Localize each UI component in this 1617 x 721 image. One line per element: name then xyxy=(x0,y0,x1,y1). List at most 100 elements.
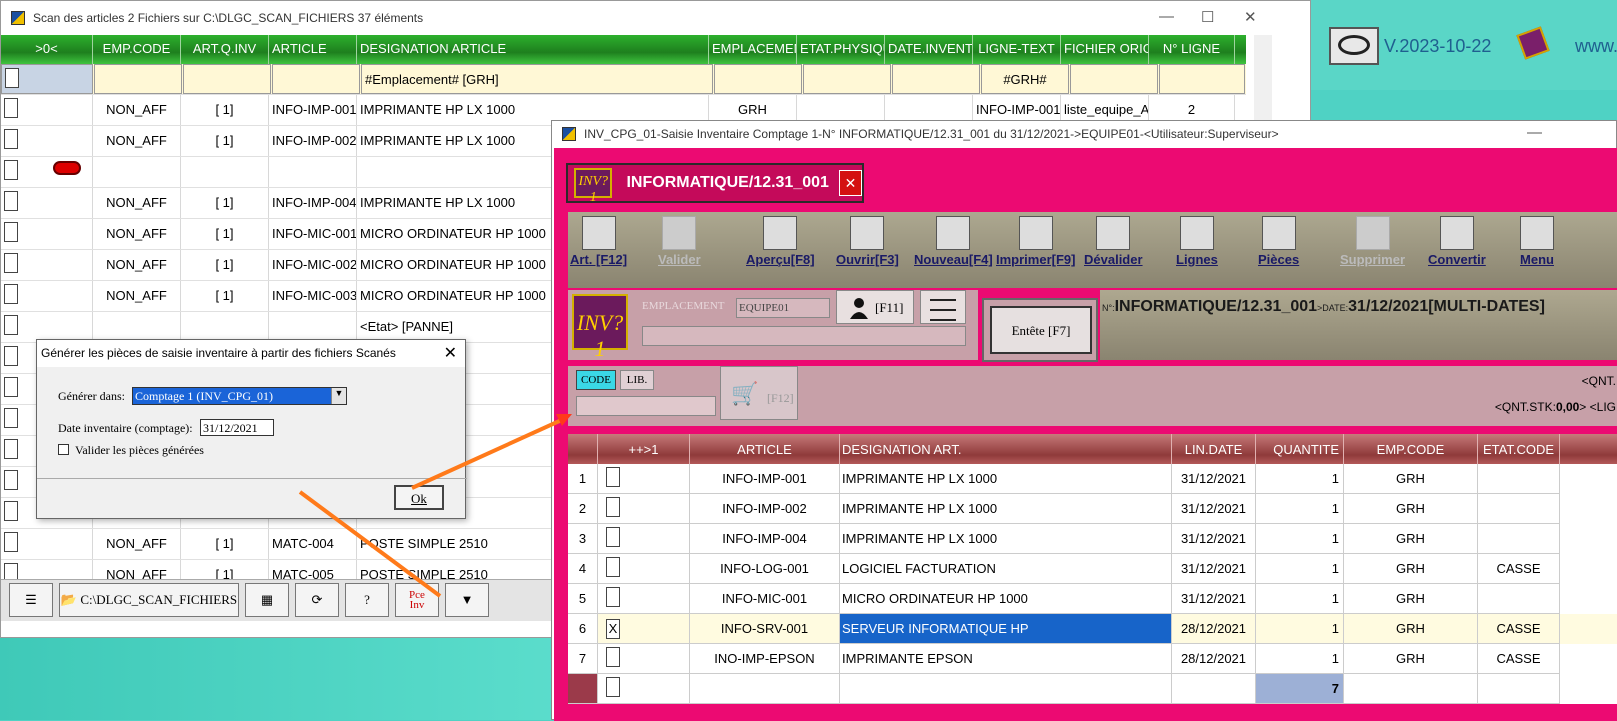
app-shortcut-icon[interactable] xyxy=(1329,27,1379,65)
row-checkbox[interactable] xyxy=(1,188,93,218)
cell-x[interactable] xyxy=(598,494,690,524)
row-checkbox[interactable] xyxy=(1,281,93,311)
settings-sliders-icon[interactable]: ☰ xyxy=(9,583,53,617)
refresh-icon[interactable]: ⟳ xyxy=(295,583,339,617)
www-link[interactable]: www. xyxy=(1575,36,1617,57)
toolbar-label: Valider xyxy=(658,252,701,267)
cell-article: INFO-IMP-001 xyxy=(690,464,840,494)
toolbar-button[interactable]: Aperçu[F8] xyxy=(746,216,815,267)
folder-path-label: C:\DLGC_SCAN_FICHIERS xyxy=(80,592,238,607)
cell-designation: IMPRIMANTE HP LX 1000 xyxy=(840,494,1172,524)
toolbar-button[interactable]: Nouveau[F4] xyxy=(914,216,993,267)
column-header[interactable]: EMPLACEMENT xyxy=(709,35,797,64)
cell-x[interactable] xyxy=(598,524,690,554)
column-header[interactable]: >0< xyxy=(1,35,93,64)
column-header[interactable]: ETAT.CODE xyxy=(1478,434,1560,464)
close-document-icon[interactable]: ✕ xyxy=(838,170,862,196)
emplacement-desc-field[interactable] xyxy=(642,326,966,346)
cell-x[interactable] xyxy=(598,584,690,614)
cell-etat xyxy=(1478,494,1560,524)
toolbar-button[interactable]: Supprimer xyxy=(1340,216,1405,267)
hamburger-menu-icon[interactable] xyxy=(920,290,966,324)
minimize-icon[interactable]: — xyxy=(1527,124,1542,141)
column-header[interactable]: EMP.CODE xyxy=(1344,434,1478,464)
row-checkbox[interactable] xyxy=(1,312,93,342)
toolbar-button[interactable]: Pièces xyxy=(1258,216,1299,267)
filter-ligne-text[interactable]: #GRH# xyxy=(981,64,1069,94)
column-header[interactable]: N° LIGNE xyxy=(1149,35,1235,64)
column-header[interactable]: DESIGNATION ART. xyxy=(840,434,1172,464)
entete-button[interactable]: Entête [F7] xyxy=(990,306,1092,354)
filter-row[interactable]: #Emplacement# [GRH] #GRH# xyxy=(1,64,1246,95)
cell-designation: SERVEUR INFORMATIQUE HP xyxy=(840,614,1172,644)
cell-x[interactable] xyxy=(598,644,690,674)
column-header[interactable]: ++>1 xyxy=(598,434,690,464)
table-row[interactable]: 4 INFO-LOG-001 LOGICIEL FACTURATION 31/12/2… xyxy=(568,554,1617,584)
validate-checkbox[interactable] xyxy=(58,444,69,455)
table-row[interactable]: 6 X INFO-SRV-001 SERVEUR INFORMATIQUE HP 28/… xyxy=(568,614,1617,644)
filter-designation[interactable]: #Emplacement# [GRH] xyxy=(361,64,713,94)
generate-pieces-button[interactable]: Pce Inv xyxy=(395,583,439,617)
folder-path-button[interactable]: 📂 C:\DLGC_SCAN_FICHIERS xyxy=(59,583,239,617)
tab-code[interactable]: CODE xyxy=(576,370,616,390)
toolbar-button[interactable]: Menu xyxy=(1520,216,1554,267)
cell-x[interactable] xyxy=(598,554,690,584)
toolbar-button[interactable]: Art. [F12] xyxy=(570,216,627,267)
column-header[interactable]: ARTICLE xyxy=(690,434,840,464)
column-header[interactable]: ETAT.PHYSIQUE xyxy=(797,35,885,64)
minimize-icon[interactable]: — xyxy=(1159,8,1174,25)
toolbar-button[interactable]: Valider xyxy=(658,216,701,267)
cell-x[interactable]: X xyxy=(598,614,690,644)
table-row[interactable]: 7 INO-IMP-EPSON IMPRIMANTE EPSON 28/12/2021… xyxy=(568,644,1617,674)
column-header[interactable]: LIN.DATE xyxy=(1172,434,1256,464)
column-header[interactable] xyxy=(568,434,598,464)
cart-button[interactable]: 🛒 [F12] xyxy=(720,366,798,420)
cell-qte: 1 xyxy=(1256,584,1344,614)
table-row[interactable]: 1 INFO-IMP-001 IMPRIMANTE HP LX 1000 31/12/… xyxy=(568,464,1617,494)
calendar-icon[interactable]: ▦ xyxy=(245,583,289,617)
row-checkbox[interactable] xyxy=(1,250,93,280)
cell-article: INFO-MIC-003 xyxy=(269,281,357,311)
column-header[interactable]: DESIGNATION ARTICLE xyxy=(357,35,709,64)
toolbar-button[interactable]: Convertir xyxy=(1428,216,1486,267)
cell-date: 31/12/2021 xyxy=(1172,584,1256,614)
column-header[interactable]: EMP.CODE xyxy=(93,35,181,64)
toolbar-button[interactable]: Lignes xyxy=(1176,216,1218,267)
row-checkbox[interactable] xyxy=(1,126,93,156)
column-header[interactable]: ART.Q.INV xyxy=(181,35,269,64)
row-checkbox[interactable] xyxy=(1,95,93,125)
cell-emp: GRH xyxy=(1344,494,1478,524)
grid-help-icon[interactable]: ? xyxy=(345,583,389,617)
column-header[interactable]: QUANTITE xyxy=(1256,434,1344,464)
toolbar-button[interactable]: Imprimer[F9] xyxy=(996,216,1075,267)
chevron-down-icon[interactable]: ▼ xyxy=(331,388,346,404)
emplacement-field[interactable]: EQUIPE01 xyxy=(736,298,830,318)
filter-icon[interactable]: ▼ xyxy=(445,583,489,617)
cell-x[interactable] xyxy=(598,464,690,494)
column-header[interactable]: LIGNE-TEXT xyxy=(973,35,1061,64)
user-button[interactable]: [F11] xyxy=(836,290,914,324)
cell-qte: 1 xyxy=(1256,554,1344,584)
toolbar-icon xyxy=(1520,216,1554,250)
table-row[interactable]: 3 INFO-IMP-004 IMPRIMANTE HP LX 1000 31/12/… xyxy=(568,524,1617,554)
code-search-input[interactable] xyxy=(576,396,716,416)
column-header[interactable]: DATE.INVENTAIRE xyxy=(885,35,973,64)
ok-button[interactable]: Ok xyxy=(394,485,444,510)
column-header[interactable]: ARTICLE xyxy=(269,35,357,64)
close-icon[interactable]: ✕ xyxy=(444,343,457,363)
toolbar-label: Imprimer[F9] xyxy=(996,252,1076,267)
column-header[interactable]: FICHIER ORIG xyxy=(1061,35,1149,64)
toolbar-button[interactable]: Dévalider xyxy=(1084,216,1143,267)
row-checkbox[interactable] xyxy=(1,529,93,559)
tab-lib[interactable]: LIB. xyxy=(620,370,654,390)
toolbar-button[interactable]: Ouvrir[F3] xyxy=(836,216,899,267)
table-row[interactable]: 5 INFO-MIC-001 MICRO ORDINATEUR HP 1000 31/… xyxy=(568,584,1617,614)
toolbar-icon xyxy=(936,216,971,250)
cell-article: INFO-MIC-001 xyxy=(269,219,357,249)
row-checkbox[interactable] xyxy=(1,219,93,249)
date-field[interactable]: 31/12/2021 xyxy=(200,419,274,436)
generate-in-select[interactable]: Comptage 1 (INV_CPG_01) ▼ xyxy=(132,387,347,405)
table-row[interactable]: 2 INFO-IMP-002 IMPRIMANTE HP LX 1000 31/12/… xyxy=(568,494,1617,524)
maximize-icon[interactable]: ☐ xyxy=(1201,8,1214,26)
close-icon[interactable]: ✕ xyxy=(1244,8,1257,26)
